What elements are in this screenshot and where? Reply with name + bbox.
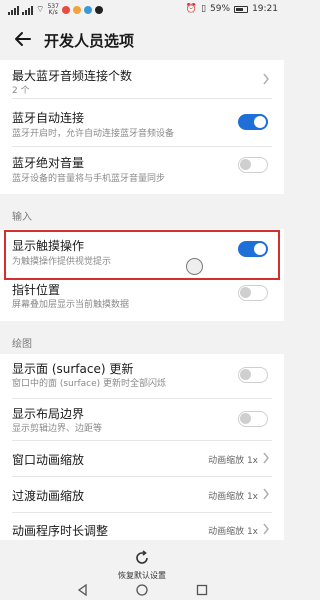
alarm-icon: ⏰ — [185, 4, 198, 14]
app-header: 开发人员选项 — [0, 22, 284, 58]
back-nav-icon[interactable] — [76, 583, 90, 597]
battery-icon — [234, 5, 249, 13]
transition-animation-scale-row[interactable]: 过渡动画缩放 动画缩放 1x — [0, 477, 284, 511]
tiktok-icon — [94, 6, 103, 14]
show-surface-updates-row[interactable]: 显示面 (surface) 更新 窗口中的面 (surface) 更新时全部闪烁 — [0, 354, 284, 396]
window-animation-scale-row[interactable]: 窗口动画缩放 动画缩放 1x — [0, 441, 284, 475]
setting-title: 显示布局边界 — [12, 407, 85, 421]
signal-icon — [8, 5, 19, 15]
pointer-location-toggle[interactable] — [238, 285, 268, 301]
setting-title: 蓝牙绝对音量 — [12, 156, 85, 170]
touch-indicator — [186, 258, 203, 275]
bt-absolute-volume-toggle[interactable] — [238, 157, 268, 173]
setting-value: 动画缩放 1x — [208, 527, 258, 537]
page-title: 开发人员选项 — [44, 32, 135, 50]
chevron-right-icon — [263, 73, 269, 85]
setting-title: 窗口动画缩放 — [12, 453, 85, 467]
show-layout-bounds-row[interactable]: 显示布局边界 显示剪辑边界、边距等 — [0, 399, 284, 439]
setting-value: 动画缩放 1x — [208, 456, 258, 466]
setting-value: 动画缩放 1x — [208, 492, 258, 502]
max-bt-devices-row[interactable]: 最大蓝牙音频连接个数 2 个 — [0, 60, 284, 98]
chevron-right-icon — [263, 523, 269, 535]
signal-icon-2 — [22, 5, 33, 15]
setting-title: 蓝牙自动连接 — [12, 111, 85, 125]
status-bar: ⌔ 537 K/s ⏰ ▯ 59% 19:21 — [0, 0, 284, 20]
setting-value: 2 个 — [12, 86, 30, 96]
speed-unit: K/s — [48, 9, 58, 16]
system-nav-bar — [0, 580, 284, 600]
setting-title: 最大蓝牙音频连接个数 — [12, 69, 133, 83]
notification-app-icon — [61, 6, 70, 14]
chevron-right-icon — [263, 488, 269, 500]
back-arrow-icon[interactable] — [12, 28, 34, 50]
bt-absolute-volume-row[interactable]: 蓝牙绝对音量 蓝牙设备的音量将与手机蓝牙音量同步 — [0, 147, 284, 193]
setting-title: 显示面 (surface) 更新 — [12, 362, 134, 376]
bt-auto-connect-row[interactable]: 蓝牙自动连接 蓝牙开启时，允许自动连接蓝牙音频设备 — [0, 99, 284, 145]
vibrate-icon: ▯ — [201, 4, 207, 14]
setting-title: 过渡动画缩放 — [12, 489, 85, 503]
drawing-settings-card: 显示面 (surface) 更新 窗口中的面 (surface) 更新时全部闪烁… — [0, 354, 284, 544]
wifi-icon: ⌔ — [36, 5, 45, 15]
section-label-input: 输入 — [12, 212, 32, 223]
bluetooth-settings-card: 最大蓝牙音频连接个数 2 个 蓝牙自动连接 蓝牙开启时，允许自动连接蓝牙音频设备… — [0, 60, 284, 194]
show-surface-updates-toggle[interactable] — [238, 367, 268, 383]
setting-subtitle: 蓝牙开启时，允许自动连接蓝牙音频设备 — [12, 129, 175, 139]
setting-title: 指针位置 — [12, 283, 61, 297]
setting-subtitle: 蓝牙设备的音量将与手机蓝牙音量同步 — [12, 174, 166, 184]
clock: 19:21 — [252, 4, 278, 14]
setting-title: 动画程序时长调整 — [12, 524, 109, 538]
recents-nav-icon[interactable] — [195, 583, 209, 597]
chevron-right-icon — [263, 452, 269, 464]
network-speed: 537 K/s — [47, 4, 58, 16]
highlight-box — [4, 230, 280, 280]
notification-app-icon — [72, 6, 81, 14]
setting-subtitle: 显示剪辑边界、边距等 — [12, 424, 103, 434]
notification-app-icon — [83, 6, 92, 14]
restore-defaults-bar: 恢复默认设置 — [0, 540, 284, 580]
home-nav-icon[interactable] — [135, 583, 149, 597]
battery-percent: 59% — [210, 4, 231, 14]
section-label-drawing: 绘图 — [12, 339, 32, 350]
bt-auto-connect-toggle[interactable] — [238, 114, 268, 130]
restore-icon[interactable] — [134, 550, 150, 566]
setting-subtitle: 窗口中的面 (surface) 更新时全部闪烁 — [12, 379, 167, 389]
pointer-location-row[interactable]: 指针位置 屏幕叠加层显示当前触摸数据 — [0, 277, 284, 319]
setting-subtitle: 屏幕叠加层显示当前触摸数据 — [12, 300, 130, 310]
show-layout-bounds-toggle[interactable] — [238, 411, 268, 427]
